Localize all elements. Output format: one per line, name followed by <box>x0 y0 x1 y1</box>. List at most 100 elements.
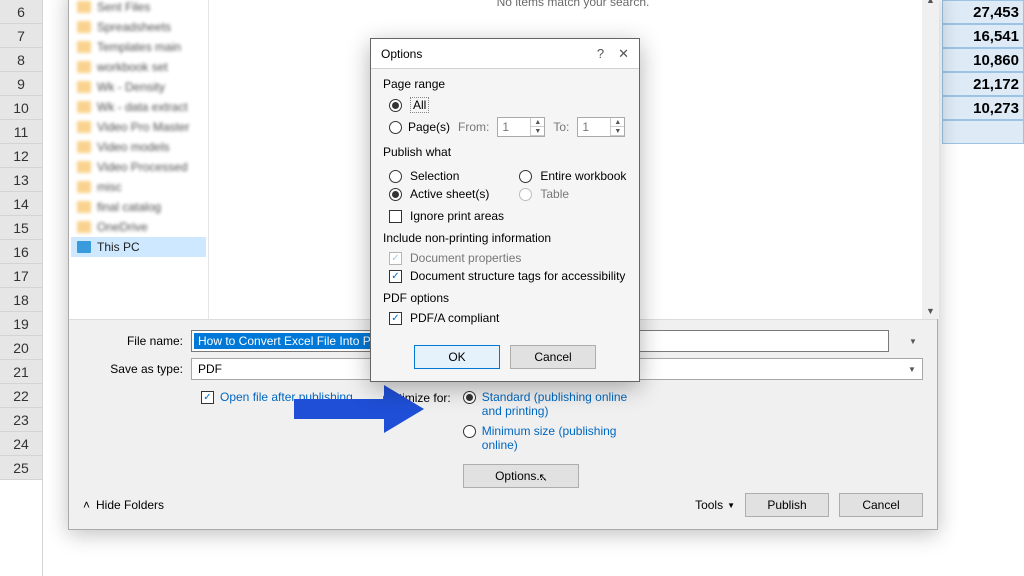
nav-scrollbar[interactable]: ▲ ▼ <box>922 0 939 319</box>
row-header[interactable]: 9 <box>0 72 42 96</box>
structure-tags-checkbox[interactable]: ✓Document structure tags for accessibili… <box>389 269 627 283</box>
nav-item[interactable]: Video Processed <box>71 157 206 177</box>
folder-icon <box>77 201 91 213</box>
spin-down-icon[interactable]: ▼ <box>531 127 544 136</box>
publish-button[interactable]: Publish <box>745 493 829 517</box>
options-dialog-titlebar[interactable]: Options ? ✕ <box>371 39 639 69</box>
row-header[interactable]: 13 <box>0 168 42 192</box>
row-header[interactable]: 25 <box>0 456 42 480</box>
row-header[interactable]: 15 <box>0 216 42 240</box>
page-range-pages-radio[interactable]: Page(s) <box>389 120 450 134</box>
cell-value[interactable]: 16,541 <box>942 24 1024 48</box>
nav-item[interactable]: Templates main <box>71 37 206 57</box>
close-icon[interactable]: ✕ <box>618 46 629 62</box>
radio-icon <box>519 170 532 183</box>
this-pc-icon <box>77 241 91 253</box>
ignore-print-areas-checkbox[interactable]: Ignore print areas <box>389 209 627 223</box>
cell-value[interactable]: 10,273 <box>942 96 1024 120</box>
entire-workbook-radio[interactable]: Entire workbook <box>519 169 626 183</box>
nav-item[interactable]: final catalog <box>71 197 206 217</box>
row-header[interactable]: 12 <box>0 144 42 168</box>
cell-value[interactable]: 27,453 <box>942 0 1024 24</box>
pdf-options-label: PDF options <box>383 291 627 305</box>
folder-navigation-pane[interactable]: Sent Files Spreadsheets Templates main w… <box>69 0 209 319</box>
row-header[interactable]: 23 <box>0 408 42 432</box>
row-header[interactable]: 14 <box>0 192 42 216</box>
chevron-up-icon: ˄ <box>83 498 90 512</box>
row-headers: 6 7 8 9 10 11 12 13 14 15 16 17 18 19 20… <box>0 0 43 576</box>
nav-item[interactable]: Sent Files <box>71 0 206 17</box>
chevron-down-icon[interactable]: ▼ <box>905 332 921 350</box>
spin-down-icon[interactable]: ▼ <box>611 127 624 136</box>
chevron-down-icon[interactable]: ▼ <box>904 361 920 377</box>
row-header[interactable]: 21 <box>0 360 42 384</box>
row-header[interactable]: 10 <box>0 96 42 120</box>
ok-button[interactable]: OK <box>414 345 500 369</box>
options-button[interactable]: Options... ↖ <box>463 464 579 488</box>
hide-folders-button[interactable]: ˄ Hide Folders <box>83 498 164 512</box>
optimize-standard-label: Standard (publishing online and printing… <box>482 390 632 418</box>
row-header[interactable]: 20 <box>0 336 42 360</box>
row-header[interactable]: 18 <box>0 288 42 312</box>
row-header[interactable]: 24 <box>0 432 42 456</box>
row-header[interactable]: 22 <box>0 384 42 408</box>
folder-icon <box>77 141 91 153</box>
table-radio: Table <box>519 187 626 201</box>
row-header[interactable]: 17 <box>0 264 42 288</box>
checkbox-icon: ✓ <box>389 312 402 325</box>
scroll-up-icon[interactable]: ▲ <box>922 0 939 8</box>
nav-item[interactable]: Video models <box>71 137 206 157</box>
checkbox-icon: ✓ <box>389 252 402 265</box>
page-range-all-label: All <box>410 97 429 113</box>
row-header[interactable]: 19 <box>0 312 42 336</box>
row-header[interactable]: 11 <box>0 120 42 144</box>
save-as-type-label: Save as type: <box>83 362 191 376</box>
cell-value[interactable]: 10,860 <box>942 48 1024 72</box>
pdfa-compliant-checkbox[interactable]: ✓PDF/A compliant <box>389 311 627 325</box>
to-spinner[interactable]: 1▲▼ <box>577 117 625 137</box>
nav-item[interactable]: Wk - Density <box>71 77 206 97</box>
selection-radio[interactable]: Selection <box>389 169 489 183</box>
optimize-standard-radio[interactable]: Standard (publishing online and printing… <box>463 390 632 418</box>
spin-up-icon[interactable]: ▲ <box>531 118 544 127</box>
cell-empty[interactable] <box>942 120 1024 144</box>
nav-item[interactable]: Video Pro Master <box>71 117 206 137</box>
nav-item[interactable]: OneDrive <box>71 217 206 237</box>
row-header[interactable]: 8 <box>0 48 42 72</box>
nav-item-label: This PC <box>97 240 140 254</box>
optimize-minimum-label: Minimum size (publishing online) <box>482 424 632 452</box>
radio-icon <box>519 188 532 201</box>
row-header[interactable]: 6 <box>0 0 42 24</box>
help-icon[interactable]: ? <box>597 46 604 61</box>
cancel-button[interactable]: Cancel <box>839 493 923 517</box>
folder-icon <box>77 21 91 33</box>
row-header[interactable]: 7 <box>0 24 42 48</box>
nav-item[interactable]: Wk - data extract <box>71 97 206 117</box>
folder-icon <box>77 181 91 193</box>
nav-item-this-pc[interactable]: This PC <box>71 237 206 257</box>
nav-item[interactable]: misc <box>71 177 206 197</box>
cell-value[interactable]: 21,172 <box>942 72 1024 96</box>
scroll-down-icon[interactable]: ▼ <box>922 302 939 319</box>
nav-item[interactable]: workbook set <box>71 57 206 77</box>
folder-icon <box>77 1 91 13</box>
active-sheets-radio[interactable]: Active sheet(s) <box>389 187 489 201</box>
optimize-minimum-radio[interactable]: Minimum size (publishing online) <box>463 424 632 452</box>
hide-folders-label: Hide Folders <box>96 498 164 512</box>
checkbox-icon: ✓ <box>201 391 214 404</box>
value-column: 27,453 16,541 10,860 21,172 10,273 <box>942 0 1024 144</box>
nav-item[interactable]: Spreadsheets <box>71 17 206 37</box>
page-range-group: Page range All Page(s) From: 1▲▼ To: 1▲▼ <box>383 77 627 137</box>
from-spinner[interactable]: 1▲▼ <box>497 117 545 137</box>
radio-icon <box>389 188 402 201</box>
save-as-type-value: PDF <box>198 362 222 376</box>
options-dialog: Options ? ✕ Page range All Page(s) From:… <box>370 38 640 382</box>
file-name-value: How to Convert Excel File Into PDF <box>194 333 391 349</box>
tools-menu[interactable]: Tools ▼ <box>695 498 735 512</box>
page-range-all-radio[interactable]: All <box>389 97 627 113</box>
folder-icon <box>77 121 91 133</box>
spin-up-icon[interactable]: ▲ <box>611 118 624 127</box>
row-header[interactable]: 16 <box>0 240 42 264</box>
non-printing-group: Include non-printing information ✓Docume… <box>383 231 627 283</box>
options-cancel-button[interactable]: Cancel <box>510 345 596 369</box>
